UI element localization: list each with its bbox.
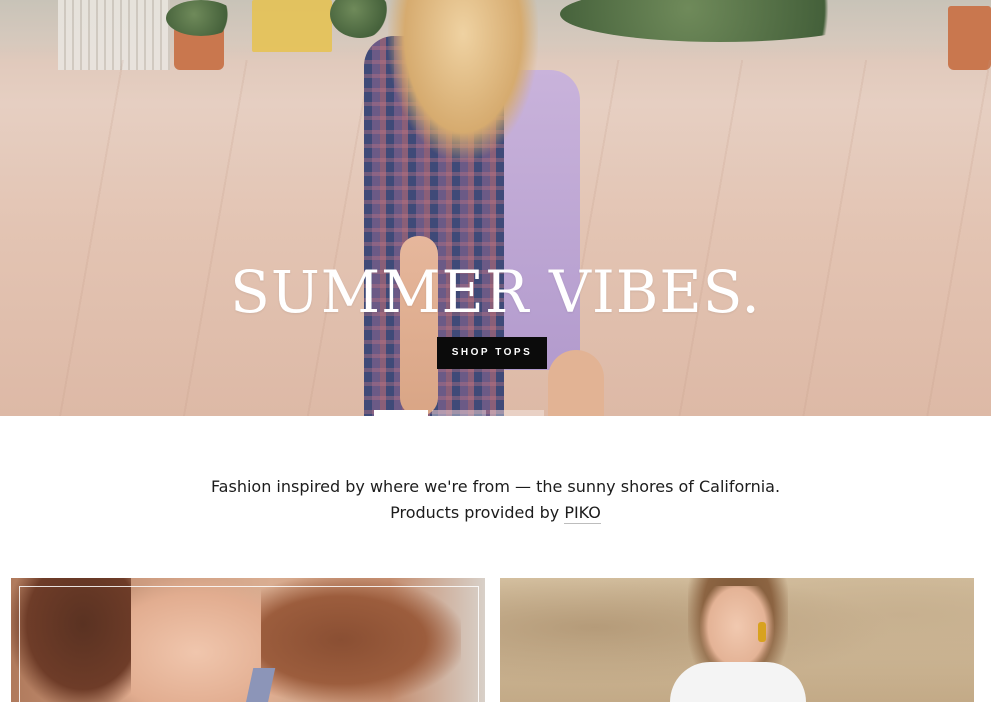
slide-indicator[interactable] [432,410,486,416]
intro-text: Fashion inspired by where we're from — t… [0,474,991,526]
intro-line-1: Fashion inspired by where we're from — t… [210,477,781,496]
intro-line-2-prefix: Products provided by [390,503,560,522]
feature-tile-right[interactable] [500,578,974,702]
hero-banner[interactable]: SUMMER VIBES. SHOP TOPS [0,0,991,416]
background-plant [166,0,236,36]
feature-tile-left[interactable] [11,578,485,702]
tile-image-earring [758,622,766,642]
model-hair [388,0,538,160]
background-stool [252,0,332,52]
tile-frame [19,586,479,702]
slide-indicator[interactable] [490,410,544,416]
tile-image-sweater [670,662,806,702]
slideshow-indicators [374,410,544,416]
hero-title: SUMMER VIBES. [230,258,761,326]
model-hand [548,350,604,416]
piko-link[interactable]: PIKO [564,503,601,524]
intro-line-2: Products provided by PIKO [0,500,991,526]
slide-indicator-active[interactable] [374,410,428,416]
shop-tops-button[interactable]: SHOP TOPS [437,337,547,369]
